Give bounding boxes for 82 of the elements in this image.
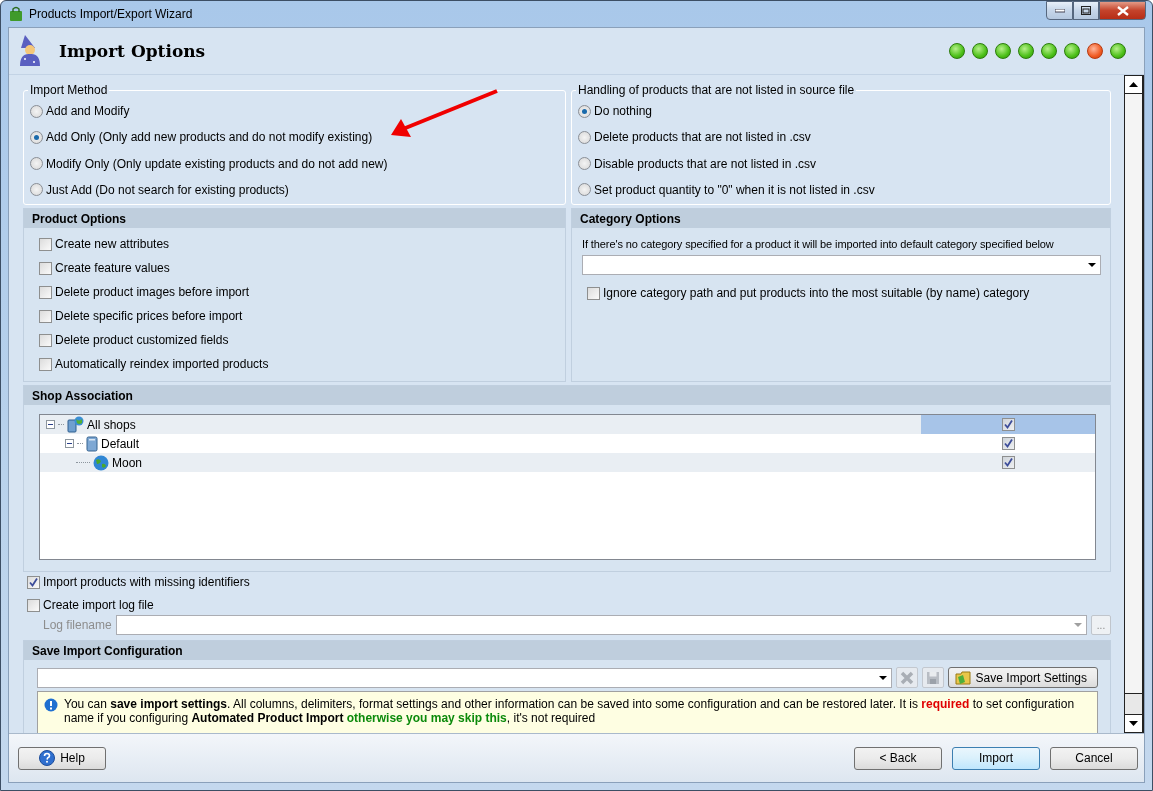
radio-label[interactable]: Just Add (Do not search for existing products) bbox=[46, 183, 289, 197]
radio-button[interactable] bbox=[578, 183, 591, 197]
tree-item[interactable]: Default bbox=[101, 436, 140, 451]
radio-label[interactable]: Add Only (Only add new products and do not modify existing) bbox=[46, 130, 373, 145]
cross-icon bbox=[899, 670, 914, 685]
scrollbar[interactable] bbox=[1124, 75, 1144, 733]
radio-button[interactable] bbox=[578, 130, 591, 144]
minimize-button[interactable] bbox=[1046, 1, 1073, 20]
delete-button[interactable] bbox=[895, 667, 918, 688]
checkbox-label[interactable]: Create new attributes bbox=[55, 237, 170, 251]
globe-icon bbox=[93, 454, 109, 471]
checkbox[interactable] bbox=[27, 598, 40, 612]
info-text: You can save import settings. All columns, delimiters, format settings and other information can be saved into some configuration and can be restored later. It is required to set configuration name if you configuring Automated Product Import otherwise you may skip this, it's not required bbox=[64, 697, 1076, 725]
checkbox[interactable] bbox=[39, 357, 52, 371]
checkbox-label[interactable]: Delete specific prices before import bbox=[55, 309, 243, 323]
window-title: Products Import/Export Wizard bbox=[29, 7, 193, 21]
minimize-icon bbox=[1054, 8, 1065, 13]
checkbox-label[interactable]: Automatically reindex imported products bbox=[55, 357, 269, 371]
radio-button[interactable] bbox=[30, 183, 43, 197]
checkbox-label[interactable]: Import products with missing identifiers bbox=[43, 575, 250, 589]
section-title: Save Import Configuration bbox=[24, 641, 1110, 660]
checkbox-label[interactable]: Delete product customized fields bbox=[55, 333, 229, 347]
scroll-thumb[interactable] bbox=[1125, 94, 1142, 694]
radio-button[interactable] bbox=[30, 157, 43, 171]
radio-button[interactable] bbox=[30, 104, 43, 118]
save-import-settings-button[interactable]: Save Import Settings bbox=[947, 667, 1098, 688]
checkbox[interactable] bbox=[39, 309, 52, 323]
restore-icon bbox=[1081, 6, 1091, 15]
scroll-down-icon[interactable] bbox=[1129, 721, 1138, 726]
radio-label[interactable]: Disable products that are not listed in .csv bbox=[594, 156, 817, 171]
dropdown-arrow-icon[interactable] bbox=[1088, 263, 1096, 267]
radio-button[interactable] bbox=[578, 157, 591, 171]
checkbox[interactable] bbox=[27, 575, 40, 589]
wizard-icon bbox=[17, 35, 43, 67]
server-globe-icon bbox=[67, 416, 84, 433]
back-button[interactable]: < Back bbox=[854, 746, 942, 770]
radio-label[interactable]: Set product quantity to "0" when it is not listed in .csv bbox=[594, 183, 875, 197]
shopping-bag-icon bbox=[9, 6, 23, 22]
close-icon bbox=[1116, 5, 1129, 16]
log-filename-field[interactable] bbox=[115, 615, 1087, 635]
checkbox[interactable] bbox=[587, 286, 600, 300]
radio-button[interactable] bbox=[30, 130, 43, 144]
radio-label[interactable]: Delete products that are not listed in .csv bbox=[594, 130, 811, 145]
checkbox[interactable] bbox=[39, 285, 52, 299]
checkbox[interactable] bbox=[1001, 437, 1015, 450]
section-title: Shop Association bbox=[24, 386, 1110, 405]
checkbox[interactable] bbox=[1001, 456, 1015, 469]
maximize-button[interactable] bbox=[1073, 1, 1099, 20]
group-title: Handling of products that are not listed in source file bbox=[577, 83, 856, 97]
scroll-up-icon[interactable] bbox=[1129, 82, 1138, 87]
tree-item[interactable]: Moon bbox=[112, 455, 143, 470]
hint-text: If there's no category specified for a product it will be imported into default category specified below bbox=[582, 238, 1055, 250]
close-button[interactable] bbox=[1099, 1, 1146, 20]
radio-label[interactable]: Add and Modify bbox=[46, 104, 130, 118]
save-button[interactable] bbox=[921, 667, 944, 688]
checkbox[interactable] bbox=[39, 237, 52, 251]
field-label: Log filename bbox=[43, 618, 112, 632]
section-title: Product Options bbox=[24, 209, 565, 228]
radio-label[interactable]: Modify Only (Only update existing products and do not add new) bbox=[46, 156, 388, 171]
server-icon bbox=[86, 435, 98, 452]
tree-item[interactable]: All shops bbox=[87, 417, 136, 432]
collapse-icon[interactable] bbox=[46, 420, 55, 429]
collapse-icon[interactable] bbox=[65, 439, 74, 448]
checkbox[interactable] bbox=[39, 333, 52, 347]
checkbox-label[interactable]: Create import log file bbox=[43, 598, 154, 612]
checkbox[interactable] bbox=[39, 261, 52, 275]
folder-icon bbox=[954, 670, 971, 685]
section-title: Category Options bbox=[572, 209, 1110, 228]
help-button[interactable]: Help bbox=[18, 746, 106, 770]
radio-button[interactable] bbox=[578, 104, 591, 118]
info-icon bbox=[44, 698, 58, 712]
checkbox[interactable] bbox=[1001, 418, 1015, 431]
checkbox-label[interactable]: Create feature values bbox=[55, 261, 170, 275]
group-title: Import Method bbox=[29, 83, 109, 97]
help-icon bbox=[39, 750, 56, 766]
page-title: Import Options bbox=[59, 41, 206, 61]
dropdown-arrow-icon[interactable] bbox=[878, 675, 887, 680]
radio-label[interactable]: Do nothing bbox=[594, 104, 653, 118]
checkbox-label[interactable]: Delete product images before import bbox=[55, 285, 250, 299]
cancel-button[interactable]: Cancel bbox=[1050, 746, 1138, 770]
checkbox-label[interactable]: Ignore category path and put products into the most suitable (by name) category bbox=[603, 286, 1030, 300]
primary-button[interactable]: Import bbox=[952, 746, 1040, 770]
